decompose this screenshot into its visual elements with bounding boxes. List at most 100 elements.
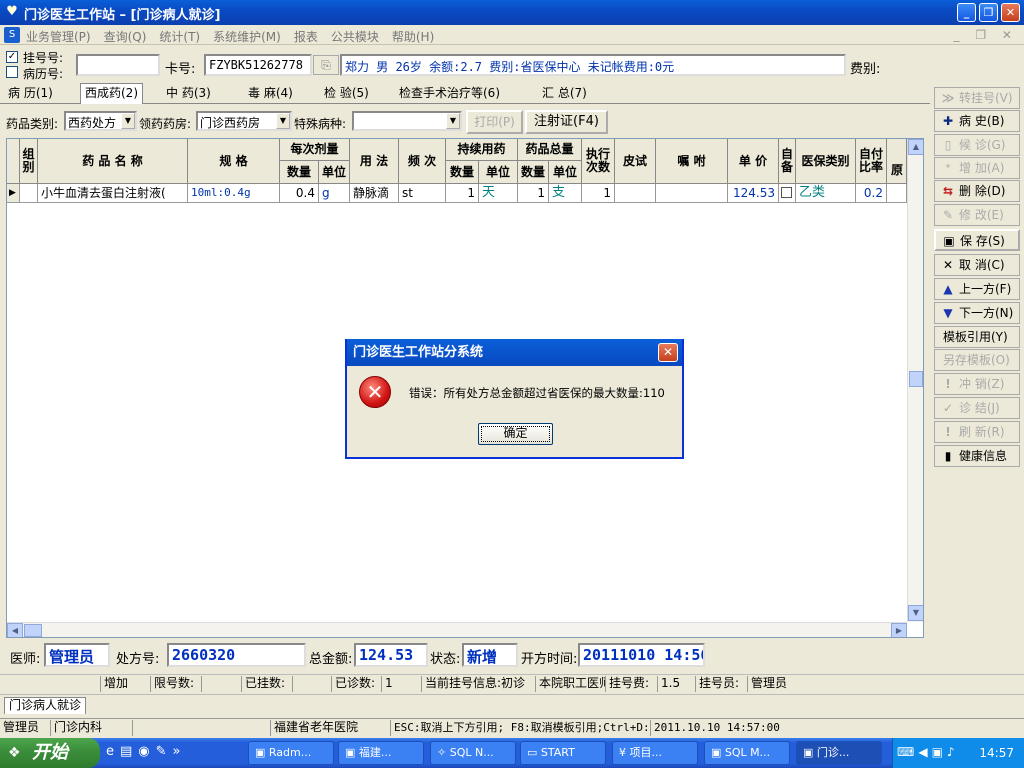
toolbar-button-9[interactable]: ▼ 下一方(N) <box>934 302 1020 324</box>
menu-item-0[interactable]: 业务管理(P) <box>26 28 91 45</box>
taskbar-item-4[interactable]: ¥ 项目... <box>612 741 698 765</box>
menu-item-5[interactable]: 公共模块 <box>331 28 379 45</box>
horizontal-scrollbar[interactable]: ◀ ▶ <box>7 622 907 637</box>
scroll-right-icon[interactable]: ▶ <box>891 623 907 637</box>
tab-3[interactable]: 毒 麻(4) <box>244 84 297 104</box>
taskbar-item-2[interactable]: ✧ SQL N... <box>430 741 516 765</box>
cell-cont-unit[interactable]: 天 <box>479 184 518 203</box>
toolbar-button-10[interactable]: 模板引用(Y) <box>934 326 1020 348</box>
tab-2[interactable]: 中 药(3) <box>162 84 215 104</box>
tab-6[interactable]: 汇 总(7) <box>538 84 591 104</box>
scroll-thumb[interactable] <box>909 371 923 387</box>
taskbar-item-1[interactable]: ▣ 福建... <box>338 741 424 765</box>
taskbar-item-5[interactable]: ▣ SQL M... <box>704 741 790 765</box>
tab-1[interactable]: 西成药(2) <box>80 83 143 104</box>
toolbar-button-6[interactable]: ▣ 保 存(S) <box>934 229 1020 251</box>
cell-group[interactable] <box>20 184 38 203</box>
cell-advice[interactable] <box>656 184 728 203</box>
toolbar-button-0[interactable]: ≫ 转挂号(V) <box>934 87 1020 109</box>
toolbar-button-14[interactable]: ! 刷 新(R) <box>934 421 1020 443</box>
cell-freq[interactable]: st <box>399 184 446 203</box>
pharmacy-select[interactable]: 门诊西药房 ▼ <box>196 111 292 131</box>
app-menu-icon[interactable]: S <box>4 27 20 43</box>
toolbar-button-3[interactable]: ⁺ 增 加(A) <box>934 157 1020 179</box>
menu-item-1[interactable]: 查询(Q) <box>104 28 147 45</box>
disease-select[interactable]: ▼ <box>352 111 462 131</box>
volume-icon[interactable]: ♪ <box>947 745 955 759</box>
cell-selfpay[interactable]: 0.2 <box>856 184 887 203</box>
bingli-checkbox[interactable] <box>6 66 18 78</box>
hscroll-thumb[interactable] <box>24 624 42 637</box>
scroll-down-icon[interactable]: ▼ <box>908 605 923 621</box>
toolbar-button-7[interactable]: ✕ 取 消(C) <box>934 254 1020 276</box>
toolbar-button-label: 模板引用(Y) <box>943 330 1008 344</box>
media-icon[interactable]: ◉ <box>138 744 149 759</box>
cell-cont-qty[interactable]: 1 <box>446 184 479 203</box>
self-checkbox[interactable] <box>781 187 792 198</box>
taskbar-item-6[interactable]: ▣ 门诊... <box>796 741 882 765</box>
toolbar-button-15[interactable]: ▮ 健康信息 <box>934 445 1020 467</box>
mdi-tab[interactable]: 门诊病人就诊 <box>4 697 87 714</box>
toolbar-button-1[interactable]: ✚ 病 史(B) <box>934 110 1020 132</box>
toolbar-button-8[interactable]: ▲ 上一方(F) <box>934 278 1020 300</box>
guahao-checkbox[interactable]: ✓ <box>6 51 18 63</box>
toolbar-button-12[interactable]: ! 冲 销(Z) <box>934 373 1020 395</box>
cell-total-unit[interactable]: 支 <box>549 184 582 203</box>
bingli-input[interactable] <box>76 54 160 76</box>
cell-price[interactable]: 124.53 <box>728 184 779 203</box>
file-icon[interactable]: ▤ <box>120 744 132 759</box>
toolbar-button-4[interactable]: ⇆ 删 除(D) <box>934 180 1020 202</box>
keyboard-icon[interactable]: ⌨ <box>897 745 914 759</box>
toolbar-button-label: 转挂号(V) <box>959 91 1013 105</box>
vertical-scrollbar[interactable]: ▲ ▼ <box>907 139 923 622</box>
cell-exec[interactable]: 1 <box>582 184 615 203</box>
restore-button[interactable]: ❐ <box>979 3 998 22</box>
dialog-close-button[interactable]: ✕ <box>658 343 678 362</box>
scroll-up-icon[interactable]: ▲ <box>908 139 923 155</box>
cell-ins[interactable]: 乙类 <box>796 184 856 203</box>
toolbar-button-11[interactable]: 另存模板(O) <box>934 349 1020 371</box>
card-reader-icon[interactable]: ⎘ <box>313 55 339 75</box>
toolbar-button-5[interactable]: ✎ 修 改(E) <box>934 204 1020 226</box>
tool-icon[interactable]: ✎ <box>156 744 167 759</box>
ie-icon[interactable]: e <box>106 744 114 759</box>
menu-item-3[interactable]: 系统维护(M) <box>213 28 281 45</box>
chevron-down-icon[interactable]: ▼ <box>276 113 290 129</box>
cell-total-qty[interactable]: 1 <box>518 184 549 203</box>
toolbar-button-label: 取 消(C) <box>959 258 1005 272</box>
injection-button[interactable]: 注射证(F4) <box>525 110 608 134</box>
card-input[interactable]: FZYBK51262778 <box>204 54 312 76</box>
menu-item-4[interactable]: 报表 <box>294 28 318 45</box>
print-button[interactable]: 打印(P) <box>466 110 523 134</box>
minimize-button[interactable]: _ <box>957 3 976 22</box>
cell-dose-qty[interactable]: 0.4 <box>280 184 319 203</box>
back-icon[interactable]: ◀ <box>918 745 927 759</box>
chevron-down-icon[interactable]: ▼ <box>446 113 460 129</box>
cell-usage[interactable]: 静脉滴 <box>350 184 399 203</box>
mdi-controls[interactable]: _ ❐ ✕ <box>954 28 1018 42</box>
cell-self[interactable] <box>779 184 796 203</box>
cell-spec[interactable]: 10ml:0.4g <box>188 184 280 203</box>
close-button[interactable]: ✕ <box>1001 3 1020 22</box>
menu-item-2[interactable]: 统计(T) <box>159 28 200 45</box>
toolbar-button-2[interactable]: ▯ 候 诊(G) <box>934 134 1020 156</box>
start-button[interactable]: ❖ 开始 <box>0 738 100 768</box>
chevron-down-icon[interactable]: ▼ <box>121 113 135 129</box>
toolbar-button-13[interactable]: ✓ 诊 结(J) <box>934 397 1020 419</box>
tab-4[interactable]: 检 验(5) <box>320 84 373 104</box>
cell-skin[interactable] <box>615 184 656 203</box>
taskbar-item-0[interactable]: ▣ Radm... <box>248 741 334 765</box>
network-icon[interactable]: ▣ <box>932 745 943 759</box>
dialog-ok-button[interactable]: 确定 <box>478 423 553 445</box>
cell-dose-unit[interactable]: g <box>319 184 350 203</box>
tab-0[interactable]: 病 历(1) <box>4 84 57 104</box>
more-icon[interactable]: » <box>173 744 181 759</box>
scroll-left-icon[interactable]: ◀ <box>7 623 23 637</box>
taskbar-item-3[interactable]: ▭ START <box>520 741 606 765</box>
tab-5[interactable]: 检查手术治疗等(6) <box>395 84 504 104</box>
window-title-bar[interactable]: ♥ 门诊医生工作站 – [门诊病人就诊] _ ❐ ✕ <box>0 0 1024 25</box>
menu-item-6[interactable]: 帮助(H) <box>392 28 434 45</box>
cell-orig[interactable] <box>887 184 907 203</box>
drug-type-select[interactable]: 西药处方 ▼ <box>64 111 137 131</box>
cell-name[interactable]: 小牛血清去蛋白注射液( <box>38 184 188 203</box>
